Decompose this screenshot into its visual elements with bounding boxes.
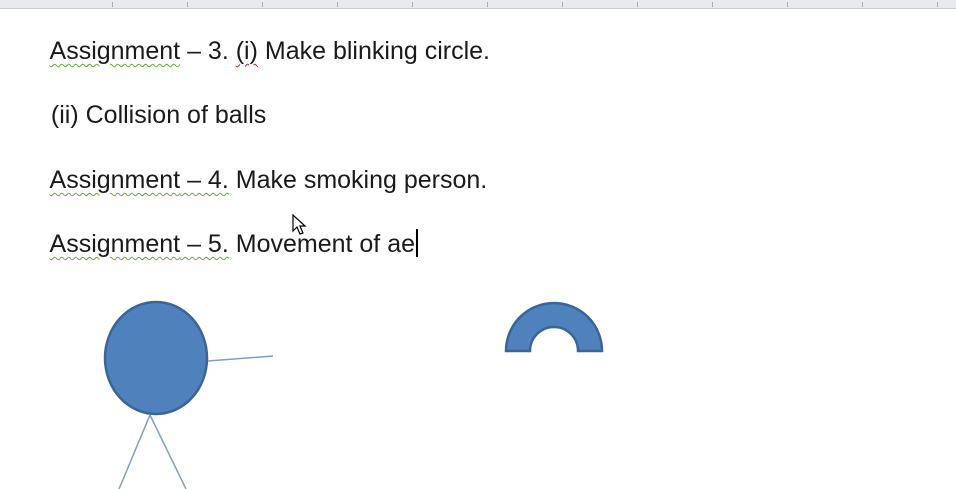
mouse-pointer-icon xyxy=(292,214,307,235)
arm-line-shape[interactable] xyxy=(207,355,274,362)
leg-left-line-shape[interactable] xyxy=(118,414,151,489)
block-arc-shape[interactable] xyxy=(504,301,604,353)
head-circle-shape[interactable] xyxy=(103,300,209,416)
leg-right-line-shape[interactable] xyxy=(149,414,187,489)
drawing-canvas xyxy=(103,300,604,489)
